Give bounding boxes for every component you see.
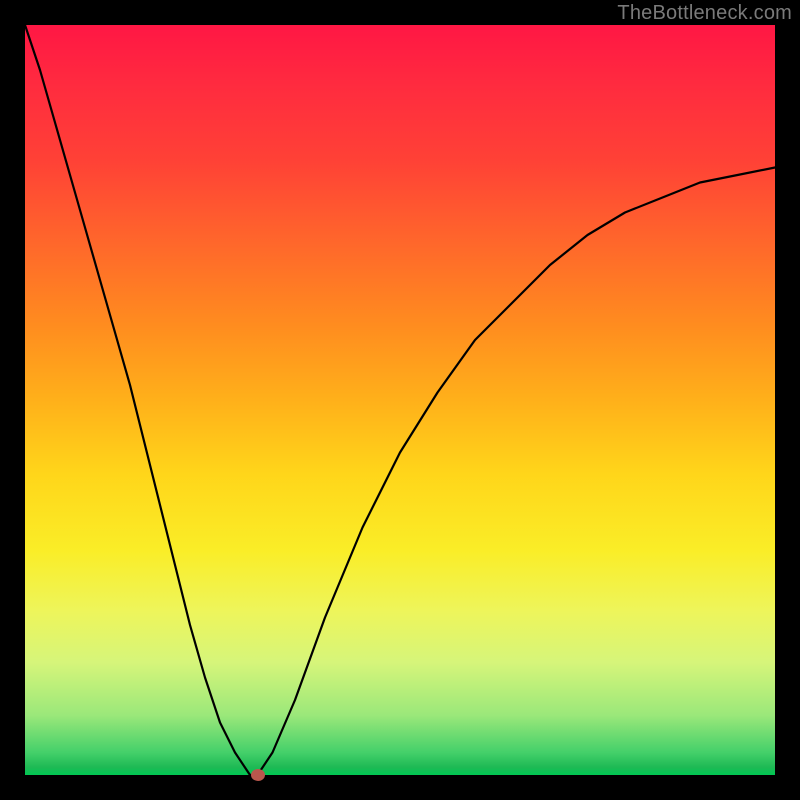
watermark-text: TheBottleneck.com bbox=[617, 2, 792, 25]
curve-path bbox=[25, 25, 775, 775]
plot-area bbox=[25, 25, 775, 775]
bottleneck-marker bbox=[251, 769, 265, 781]
chart-frame: TheBottleneck.com bbox=[0, 0, 800, 800]
bottleneck-curve bbox=[25, 25, 775, 775]
